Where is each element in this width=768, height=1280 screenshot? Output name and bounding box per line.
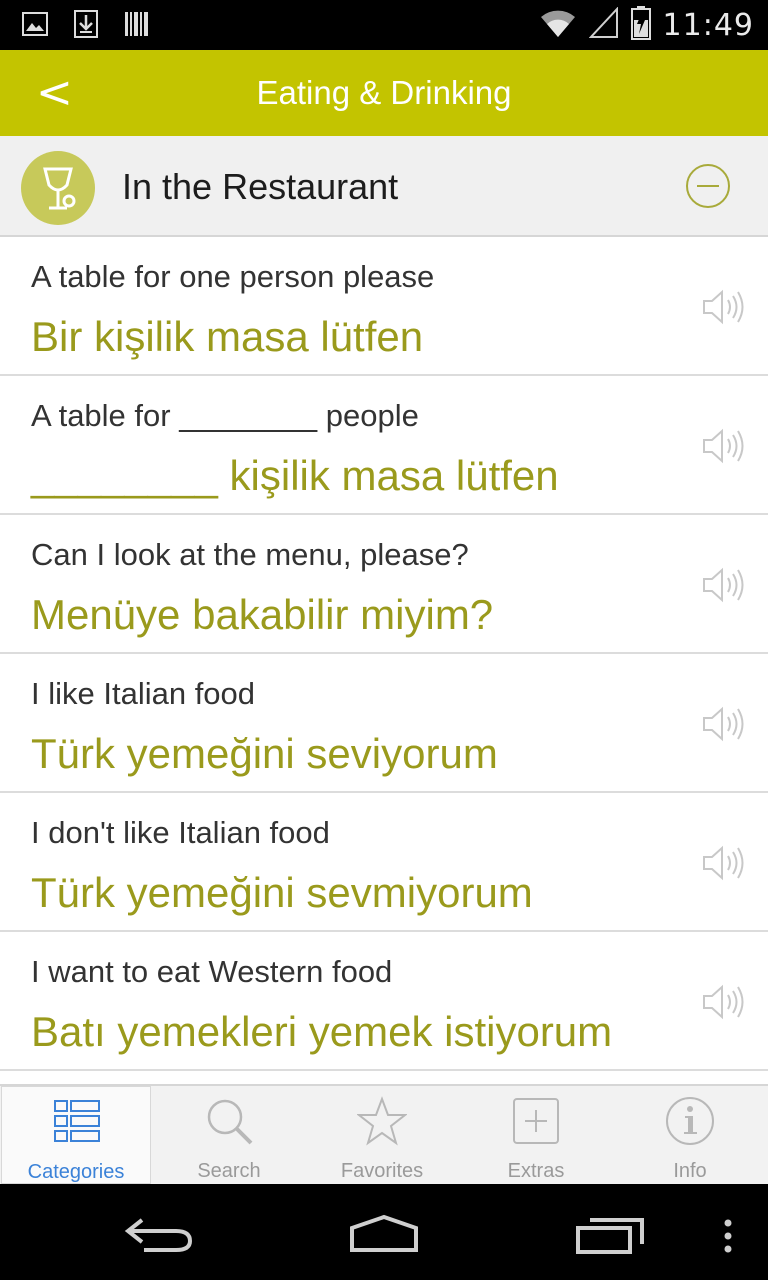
tab-extras[interactable]: Extras bbox=[461, 1086, 611, 1184]
star-icon bbox=[356, 1096, 408, 1151]
tab-label: Info bbox=[673, 1160, 707, 1182]
english-phrase: A table for one person please bbox=[31, 259, 435, 294]
battery-charging-icon bbox=[630, 6, 651, 45]
phrase-list: A table for one person please Bir kişili… bbox=[0, 237, 768, 1071]
speaker-icon[interactable] bbox=[700, 287, 746, 332]
magnifier-icon bbox=[204, 1096, 254, 1151]
wifi-icon bbox=[539, 7, 577, 44]
speaker-icon[interactable] bbox=[700, 982, 746, 1027]
turkish-phrase: Bir kişilik masa lütfen bbox=[31, 313, 424, 360]
list-item[interactable]: Can I look at the menu, please? Menüye b… bbox=[0, 515, 768, 654]
download-icon bbox=[74, 10, 98, 43]
info-icon bbox=[665, 1096, 715, 1151]
list-item[interactable]: A table for one person please Bir kişili… bbox=[0, 237, 768, 376]
turkish-phrase: Türk yemeğini sevmiyorum bbox=[31, 869, 533, 916]
turkish-phrase: Türk yemeğini seviyorum bbox=[31, 730, 498, 777]
tab-bar: Categories Search Favorites Extras Info bbox=[0, 1084, 768, 1184]
tab-info[interactable]: Info bbox=[615, 1086, 765, 1184]
list-item[interactable]: I want to eat Western food Batı yemekler… bbox=[0, 932, 768, 1071]
list-grid-icon bbox=[52, 1097, 102, 1152]
speaker-icon[interactable] bbox=[700, 426, 746, 471]
speaker-icon[interactable] bbox=[700, 704, 746, 749]
image-icon bbox=[22, 11, 48, 42]
category-header[interactable]: In the Restaurant bbox=[0, 136, 768, 237]
list-item[interactable]: I like Italian food Türk yemeğini seviyo… bbox=[0, 654, 768, 793]
turkish-phrase: Batı yemekleri yemek istiyorum bbox=[31, 1008, 613, 1055]
speaker-icon[interactable] bbox=[700, 565, 746, 610]
tab-search[interactable]: Search bbox=[154, 1086, 304, 1184]
minus-circle-icon[interactable] bbox=[685, 163, 731, 214]
system-nav-bar bbox=[0, 1184, 768, 1280]
clock: 11:49 bbox=[662, 8, 754, 43]
english-phrase: I don't like Italian food bbox=[31, 815, 330, 850]
list-item[interactable]: I don't like Italian food Türk yemeğini … bbox=[0, 793, 768, 932]
overflow-menu-icon[interactable] bbox=[722, 1218, 734, 1259]
plus-box-icon bbox=[511, 1096, 561, 1151]
tab-favorites[interactable]: Favorites bbox=[307, 1086, 457, 1184]
list-item[interactable]: A table for ________ people ________ kiş… bbox=[0, 376, 768, 515]
page-title: Eating & Drinking bbox=[256, 74, 512, 111]
tab-categories[interactable]: Categories bbox=[1, 1086, 151, 1184]
signal-icon bbox=[588, 6, 619, 44]
tab-label: Favorites bbox=[340, 1160, 424, 1182]
nav-back-icon[interactable] bbox=[124, 1214, 196, 1259]
english-phrase: A table for ________ people bbox=[31, 398, 419, 433]
english-phrase: I want to eat Western food bbox=[31, 954, 393, 989]
speaker-icon[interactable] bbox=[700, 843, 746, 888]
english-phrase: I like Italian food bbox=[31, 676, 256, 711]
tab-label: Categories bbox=[27, 1161, 125, 1183]
english-phrase: Can I look at the menu, please? bbox=[31, 537, 469, 572]
nav-recents-icon[interactable] bbox=[574, 1214, 646, 1261]
turkish-phrase: ________ kişilik masa lütfen bbox=[31, 452, 559, 499]
app-bar: < Eating & Drinking bbox=[0, 50, 768, 136]
nav-home-icon[interactable] bbox=[346, 1214, 422, 1259]
tab-label: Search bbox=[197, 1160, 261, 1182]
category-title: In the Restaurant bbox=[122, 166, 399, 207]
turkish-phrase: Menüye bakabilir miyim? bbox=[31, 591, 494, 638]
wine-glass-icon bbox=[21, 151, 95, 225]
barcode-icon bbox=[124, 10, 150, 43]
status-bar: 11:49 bbox=[0, 0, 768, 50]
tab-label: Extras bbox=[507, 1160, 565, 1182]
